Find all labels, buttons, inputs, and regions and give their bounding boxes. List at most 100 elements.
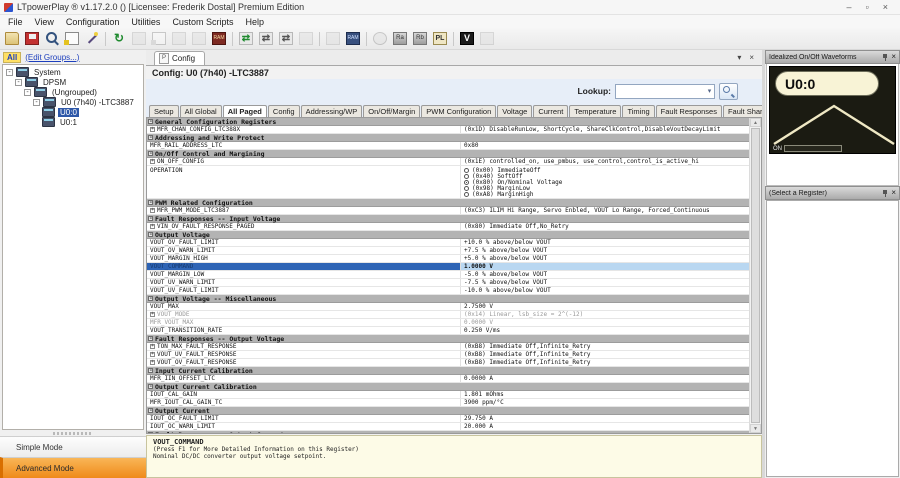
- table-scrollbar[interactable]: ▲ ▼: [749, 118, 761, 433]
- register-row-mfr-vout-max[interactable]: MFR_VOUT_MAX0.0000 V: [147, 319, 749, 327]
- radio-option-0xa8-marginhigh[interactable]: (0xA8) MarginHigh: [464, 191, 562, 197]
- expand-icon[interactable]: +: [150, 344, 155, 349]
- register-row-mfr-iout-cal-gain-tc[interactable]: MFR_IOUT_CAL_GAIN_TC3900 ppm/°C: [147, 399, 749, 407]
- register-value[interactable]: +7.5 % above/below VOUT: [460, 247, 749, 254]
- register-value[interactable]: 0.0000 V: [460, 319, 749, 326]
- config-doc-tab[interactable]: P Config: [154, 51, 205, 65]
- register-row-vout-margin-low[interactable]: VOUT_MARGIN_LOW-5.0 % above/below VOUT: [147, 271, 749, 279]
- scroll-up-icon[interactable]: ▲: [750, 118, 761, 127]
- tab-config[interactable]: Config: [268, 105, 300, 117]
- register-row-on-off-config[interactable]: +ON_OFF_CONFIG(0x1E) controlled_on, use_…: [147, 158, 749, 166]
- tab-voltage[interactable]: Voltage: [497, 105, 532, 117]
- ram-to-nvm-icon[interactable]: ⇄: [257, 30, 275, 48]
- register-value[interactable]: 2.7500 V: [460, 303, 749, 310]
- radio-icon[interactable]: [464, 186, 469, 191]
- pin-icon[interactable]: [882, 190, 888, 197]
- register-value[interactable]: (0x00) ImmediateOff(0x40) SoftOff(0x80) …: [460, 166, 749, 198]
- collapse-icon[interactable]: -: [148, 135, 153, 140]
- radio-icon[interactable]: [464, 174, 469, 179]
- menu-view[interactable]: View: [29, 17, 60, 27]
- register-row-vout-uv-warn-limit[interactable]: VOUT_UV_WARN_LIMIT-7.5 % above/below VOU…: [147, 279, 749, 287]
- expand-icon[interactable]: +: [150, 127, 155, 132]
- lookup-dropdown-icon[interactable]: ▾: [705, 87, 714, 95]
- pc-to-ram-icon[interactable]: ⇄: [237, 30, 255, 48]
- expand-icon[interactable]: +: [150, 224, 155, 229]
- collapse-icon[interactable]: -: [148, 296, 153, 301]
- register-row-vout-margin-high[interactable]: VOUT_MARGIN_HIGH+5.0 % above/below VOUT: [147, 255, 749, 263]
- register-value[interactable]: (0xB8) Immediate Off,Infinite_Retry: [460, 343, 749, 350]
- menu-configuration[interactable]: Configuration: [60, 17, 126, 27]
- ra-resistor-icon[interactable]: Ra: [391, 30, 409, 48]
- open-file-icon[interactable]: [3, 30, 21, 48]
- register-value[interactable]: (0xB8) Immediate Off,Infinite_Retry: [460, 359, 749, 366]
- register-value[interactable]: 3900 ppm/°C: [460, 399, 749, 406]
- section-header-fault-responses-output-current[interactable]: -Fault Responses -- Output Current: [147, 431, 749, 433]
- register-value[interactable]: +5.0 % above/below VOUT: [460, 255, 749, 262]
- menu-custom-scripts[interactable]: Custom Scripts: [166, 17, 239, 27]
- menu-utilities[interactable]: Utilities: [125, 17, 166, 27]
- group-all-badge[interactable]: All: [3, 52, 21, 63]
- collapse-icon[interactable]: -: [15, 79, 22, 86]
- tab-pwm-configuration[interactable]: PWM Configuration: [421, 105, 496, 117]
- collapse-icon[interactable]: -: [24, 89, 31, 96]
- tree-node-dpsm[interactable]: -DPSM: [3, 77, 143, 87]
- section-header-output-voltage-miscellaneous[interactable]: -Output Voltage -- Miscellaneous: [147, 295, 749, 303]
- register-row-vout-ov-warn-limit[interactable]: VOUT_OV_WARN_LIMIT+7.5 % above/below VOU…: [147, 247, 749, 255]
- minimize-button[interactable]: –: [847, 2, 852, 12]
- tab-on-off-margin[interactable]: On/Off/Margin: [363, 105, 420, 117]
- register-value[interactable]: 1.801 mOhms: [460, 391, 749, 398]
- collapse-icon[interactable]: -: [148, 336, 153, 341]
- section-header-on-off-control-and-margining[interactable]: -On/Off Control and Margining: [147, 150, 749, 158]
- tab-all-global[interactable]: All Global: [180, 105, 222, 117]
- register-row-operation[interactable]: OPERATION(0x00) ImmediateOff(0x40) SoftO…: [147, 166, 749, 199]
- register-value[interactable]: 29.750 A: [460, 415, 749, 422]
- expand-icon[interactable]: +: [150, 208, 155, 213]
- lookup-search-button[interactable]: [719, 83, 738, 100]
- register-row-vout-max[interactable]: VOUT_MAX2.7500 V: [147, 303, 749, 311]
- section-header-fault-responses-input-voltage[interactable]: -Fault Responses -- Input Voltage: [147, 215, 749, 223]
- close-document-icon[interactable]: ×: [749, 53, 754, 62]
- register-row-vout-ov-fault-limit[interactable]: VOUT_OV_FAULT_LIMIT+10.0 % above/below V…: [147, 239, 749, 247]
- expand-icon[interactable]: +: [150, 312, 155, 317]
- collapse-icon[interactable]: -: [148, 151, 153, 156]
- pl-icon[interactable]: PL: [431, 30, 449, 48]
- register-row-vout-mode[interactable]: +VOUT_MODE(0x14) Linear, lsb_size = 2^(-…: [147, 311, 749, 319]
- find-icon[interactable]: [43, 30, 61, 48]
- collapse-icon[interactable]: -: [148, 232, 153, 237]
- menu-file[interactable]: File: [2, 17, 29, 27]
- register-value[interactable]: 1.0000 V: [460, 263, 749, 270]
- register-row-vin-ov-fault-response-paged[interactable]: +VIN_OV_FAULT_RESPONSE_PAGED(0x80) Immed…: [147, 223, 749, 231]
- collapse-icon[interactable]: -: [148, 408, 153, 413]
- collapse-icon[interactable]: -: [148, 384, 153, 389]
- tab-current[interactable]: Current: [533, 105, 568, 117]
- tab-fault-responses[interactable]: Fault Responses: [656, 105, 722, 117]
- tab-temperature[interactable]: Temperature: [569, 105, 621, 117]
- tree-node-u0-0[interactable]: U0:0: [3, 107, 143, 117]
- rb-resistor-icon[interactable]: Rb: [411, 30, 429, 48]
- section-header-addressing-and-write-protect[interactable]: -Addressing and Write Protect: [147, 134, 749, 142]
- scroll-down-icon[interactable]: ▼: [750, 424, 761, 433]
- waveform-close-icon[interactable]: ×: [891, 52, 896, 62]
- register-detail-close-icon[interactable]: ×: [891, 188, 896, 198]
- register-value[interactable]: 0.0000 A: [460, 375, 749, 382]
- register-row-vout-command[interactable]: VOUT_COMMAND1.0000 V: [147, 263, 749, 271]
- section-header-pwm-related-configuration[interactable]: -PWM Related Configuration: [147, 199, 749, 207]
- expand-icon[interactable]: +: [150, 352, 155, 357]
- radio-icon[interactable]: [464, 180, 469, 185]
- register-row-iout-oc-fault-limit[interactable]: IOUT_OC_FAULT_LIMIT29.750 A: [147, 415, 749, 423]
- collapse-icon[interactable]: -: [148, 216, 153, 221]
- section-header-input-current-calibration[interactable]: -Input Current Calibration: [147, 367, 749, 375]
- register-row-ton-max-fault-response[interactable]: +TON_MAX_FAULT_RESPONSE(0xB8) Immediate …: [147, 343, 749, 351]
- radio-icon[interactable]: [464, 192, 469, 197]
- section-header-fault-responses-output-voltage[interactable]: -Fault Responses -- Output Voltage: [147, 335, 749, 343]
- collapse-icon[interactable]: -: [33, 99, 40, 106]
- expand-icon[interactable]: +: [150, 159, 155, 164]
- import-export-icon[interactable]: [63, 30, 81, 48]
- pin-icon[interactable]: [882, 54, 888, 61]
- verify-icon[interactable]: V: [458, 30, 476, 48]
- register-value[interactable]: 0x80: [460, 142, 749, 149]
- menu-help[interactable]: Help: [239, 17, 270, 27]
- radio-icon[interactable]: [464, 168, 469, 173]
- register-value[interactable]: (0xC3) ILIM Hi Range, Servo Enbled, VOUT…: [460, 207, 749, 214]
- maximize-button[interactable]: ▫: [866, 2, 869, 12]
